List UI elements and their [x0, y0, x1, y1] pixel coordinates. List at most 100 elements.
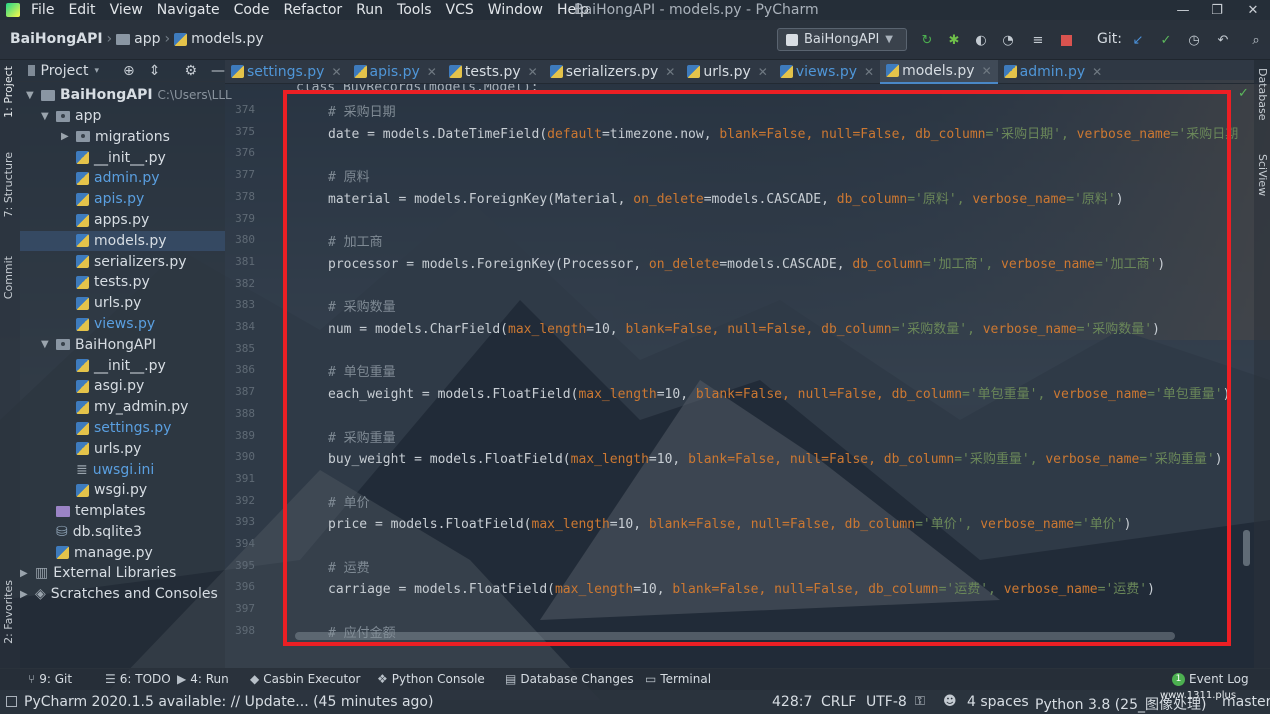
close-tab-icon[interactable]: ✕ — [427, 65, 437, 79]
tree-item[interactable]: templates — [20, 501, 225, 521]
tree-item[interactable]: manage.py — [20, 543, 225, 563]
tab-views[interactable]: views.py ✕ — [774, 60, 880, 84]
close-button[interactable]: ✕ — [1236, 0, 1270, 20]
tab-structure[interactable]: 7: Structure — [2, 152, 15, 217]
project-view-select[interactable]: Project — [41, 63, 89, 79]
tree-item[interactable]: ▶ migrations — [20, 127, 225, 147]
expand-arrow-icon[interactable]: ▶ — [20, 568, 30, 579]
tree-item[interactable]: serializers.py — [20, 252, 225, 272]
expand-arrow-icon[interactable]: ▶ — [61, 131, 71, 142]
tree-item[interactable]: tests.py — [20, 272, 225, 292]
tree-item[interactable]: settings.py — [20, 418, 225, 438]
tool-button-todo[interactable]: ☰ 6: TODO — [105, 672, 171, 686]
project-root[interactable]: ▼ BaiHongAPI C:\Users\LLL — [26, 85, 232, 105]
hide-panel-icon[interactable]: — — [211, 63, 225, 79]
tree-item[interactable]: urls.py — [20, 439, 225, 459]
menu-item-code[interactable]: Code — [227, 0, 277, 20]
tree-item[interactable]: __init__.py — [20, 356, 225, 376]
tool-button-terminal[interactable]: ▭ Terminal — [645, 672, 711, 686]
menu-item-vcs[interactable]: VCS — [439, 0, 481, 20]
breadcrumb-file[interactable]: models.py — [191, 31, 264, 47]
tree-item[interactable]: ≣ uwsgi.ini — [20, 460, 225, 480]
tree-item[interactable]: urls.py — [20, 293, 225, 313]
vertical-scrollbar[interactable] — [1243, 530, 1250, 566]
tool-button-git[interactable]: ⑂ 9: Git — [28, 672, 72, 686]
rollback-icon[interactable]: ↶ — [1213, 30, 1233, 50]
expand-arrow-icon[interactable]: ▼ — [41, 339, 51, 350]
tool-button-run[interactable]: ▶ 4: Run — [177, 672, 229, 686]
tab-database[interactable]: Database — [1256, 68, 1269, 121]
tab-settings[interactable]: settings.py ✕ — [225, 60, 348, 84]
history-icon[interactable]: ◷ — [1184, 30, 1204, 50]
tree-item[interactable]: views.py — [20, 314, 225, 334]
menu-item-run[interactable]: Run — [349, 0, 390, 20]
tab-urls[interactable]: urls.py ✕ — [681, 60, 774, 84]
tab-tests[interactable]: tests.py ✕ — [443, 60, 544, 84]
expand-arrow-icon[interactable]: ▶ — [20, 589, 30, 600]
tool-button-python-console[interactable]: ❖ Python Console — [377, 672, 485, 686]
menu-item-tools[interactable]: Tools — [390, 0, 439, 20]
debug-icon[interactable]: ✱ — [944, 30, 964, 50]
tab-project[interactable]: 1: Project — [2, 66, 15, 118]
tool-button-database-changes[interactable]: ▤ Database Changes — [505, 672, 634, 686]
menu-item-navigate[interactable]: Navigate — [150, 0, 227, 20]
lock-icon[interactable]: ⚿ — [915, 694, 925, 709]
close-tab-icon[interactable]: ✕ — [864, 65, 874, 79]
tree-item[interactable]: ⛁ db.sqlite3 — [20, 522, 225, 542]
expand-arrow-icon[interactable]: ▼ — [26, 90, 36, 101]
close-tab-icon[interactable]: ✕ — [758, 65, 768, 79]
inspector-icon[interactable]: ☻ — [943, 694, 957, 709]
tab-admin[interactable]: admin.py ✕ — [998, 60, 1109, 84]
chevron-down-icon[interactable]: ▾ — [94, 66, 99, 76]
profile-icon[interactable]: ◔ — [998, 30, 1018, 50]
tab-models[interactable]: models.py ✕ — [880, 59, 998, 84]
horizontal-scrollbar[interactable] — [295, 632, 1175, 640]
code-editor[interactable]: class BuyRecords(models.Model): 374 # 采购日… — [225, 84, 1254, 668]
tab-favorites[interactable]: 2: Favorites — [2, 580, 15, 644]
file-encoding[interactable]: UTF-8 — [866, 694, 907, 710]
close-tab-icon[interactable]: ✕ — [982, 64, 992, 78]
tree-item[interactable]: apps.py — [20, 210, 225, 230]
breadcrumb-app[interactable]: app — [134, 31, 160, 47]
inspection-ok-icon[interactable]: ✓ — [1238, 86, 1249, 101]
tree-item[interactable]: ▼ app — [20, 106, 225, 126]
scratches-and-consoles[interactable]: ▶ ◈ Scratches and Consoles — [20, 584, 218, 604]
status-message[interactable]: PyCharm 2020.1.5 available: // Update...… — [24, 694, 433, 710]
menu-item-refactor[interactable]: Refactor — [276, 0, 349, 20]
tree-item[interactable]: ▼ BaiHongAPI — [20, 335, 225, 355]
line-separator[interactable]: CRLF — [821, 694, 856, 710]
coverage-icon[interactable]: ◐ — [971, 30, 991, 50]
menu-item-window[interactable]: Window — [481, 0, 550, 20]
caret-position[interactable]: 428:7 — [772, 694, 812, 710]
build-icon[interactable]: ≡ — [1028, 30, 1048, 50]
gear-icon[interactable]: ⚙ — [184, 63, 197, 79]
close-tab-icon[interactable]: ✕ — [665, 65, 675, 79]
indent-setting[interactable]: 4 spaces — [967, 694, 1029, 710]
run-configuration-select[interactable]: BaiHongAPI ▼ — [777, 28, 907, 51]
tab-serializers[interactable]: serializers.py ✕ — [544, 60, 682, 84]
tree-item[interactable]: admin.py — [20, 168, 225, 188]
tab-apis[interactable]: apis.py ✕ — [348, 60, 443, 84]
stop-icon[interactable] — [1056, 30, 1076, 50]
tab-sciview[interactable]: SciView — [1256, 154, 1269, 196]
tree-item[interactable]: my_admin.py — [20, 397, 225, 417]
tab-commit[interactable]: Commit — [2, 256, 15, 299]
menu-item-view[interactable]: View — [103, 0, 150, 20]
search-icon[interactable]: ⌕ — [1246, 30, 1266, 50]
rerun-icon[interactable]: ↻ — [917, 30, 937, 50]
tree-item[interactable]: wsgi.py — [20, 480, 225, 500]
menu-item-file[interactable]: File — [24, 0, 61, 20]
collapse-all-icon[interactable]: ⇕ — [149, 63, 161, 79]
expand-arrow-icon[interactable]: ▼ — [41, 111, 51, 122]
close-tab-icon[interactable]: ✕ — [528, 65, 538, 79]
external-libraries[interactable]: ▶ ▥ External Libraries — [20, 563, 176, 583]
event-log-button[interactable]: 1 Event Log — [1172, 672, 1249, 686]
locate-icon[interactable]: ⊕ — [123, 63, 135, 79]
tree-item[interactable]: asgi.py — [20, 376, 225, 396]
tree-item[interactable]: models.py — [20, 230, 225, 251]
restore-button[interactable]: ❐ — [1200, 0, 1234, 20]
tool-button-casbin[interactable]: ◆ Casbin Executor — [250, 672, 360, 686]
menu-item-edit[interactable]: Edit — [61, 0, 102, 20]
git-commit-icon[interactable]: ✓ — [1156, 30, 1176, 50]
close-tab-icon[interactable]: ✕ — [1092, 65, 1102, 79]
